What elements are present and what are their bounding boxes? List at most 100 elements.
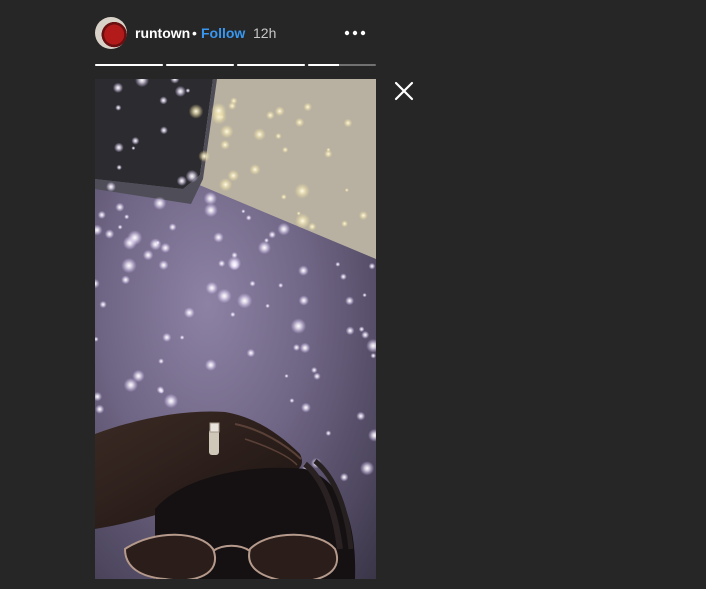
ceiling-light bbox=[245, 214, 252, 221]
ceiling-light bbox=[159, 126, 168, 135]
ceiling-light bbox=[341, 220, 349, 228]
ceiling-light bbox=[116, 164, 122, 171]
ceiling-light bbox=[114, 142, 124, 153]
ceiling-light bbox=[344, 188, 349, 193]
ceiling-light bbox=[253, 128, 266, 141]
ceiling-light bbox=[95, 224, 103, 236]
ceiling-light bbox=[121, 275, 131, 285]
ceiling-light bbox=[204, 203, 218, 218]
ceiling-light bbox=[218, 177, 233, 192]
ceiling-light bbox=[356, 411, 366, 421]
ceiling-light bbox=[340, 273, 347, 281]
ceiling-light bbox=[241, 209, 246, 214]
ceiling-light bbox=[325, 430, 332, 437]
ceiling-light bbox=[188, 104, 204, 119]
ceiling-light bbox=[158, 260, 169, 271]
ceiling-light bbox=[168, 223, 177, 232]
ceiling-light bbox=[220, 124, 234, 139]
ceiling-light bbox=[217, 288, 232, 304]
ceiling-light bbox=[257, 241, 271, 255]
ceiling-light bbox=[246, 348, 256, 358]
ceiling-light bbox=[311, 366, 318, 374]
ceiling-light bbox=[362, 292, 367, 298]
ceiling-light bbox=[296, 211, 301, 216]
ceiling-light bbox=[142, 249, 154, 261]
progress-segment bbox=[308, 64, 376, 66]
ceiling-light bbox=[127, 230, 143, 246]
follow-button[interactable]: Follow bbox=[201, 25, 245, 41]
ceiling-light bbox=[229, 259, 240, 271]
ceiling-light bbox=[280, 193, 287, 200]
ceiling-light bbox=[95, 391, 103, 402]
ceiling-light bbox=[183, 307, 195, 319]
ceiling-light bbox=[264, 237, 269, 243]
progress-fill bbox=[237, 64, 305, 66]
ceiling-light bbox=[106, 181, 116, 192]
more-horizontal-icon[interactable] bbox=[343, 24, 367, 42]
ceiling-light bbox=[300, 402, 311, 413]
ceiling-light bbox=[131, 136, 140, 145]
ceiling-light bbox=[345, 296, 355, 306]
ceiling-light bbox=[231, 251, 238, 259]
ceiling-light bbox=[274, 106, 285, 117]
ceiling-light bbox=[185, 88, 191, 93]
ceiling-light bbox=[159, 96, 168, 105]
ceiling-light bbox=[115, 104, 122, 111]
ceiling-light bbox=[290, 318, 307, 334]
separator: • bbox=[192, 25, 197, 41]
ceiling-light bbox=[335, 261, 341, 267]
ceiling-light bbox=[278, 282, 284, 288]
ceiling-light bbox=[160, 242, 171, 253]
ceiling-light bbox=[368, 262, 376, 270]
ceiling-light bbox=[358, 326, 365, 333]
ceiling-light bbox=[313, 372, 321, 380]
ceiling-light bbox=[298, 265, 309, 276]
ceiling-light bbox=[115, 202, 125, 212]
ceiling-light bbox=[112, 82, 124, 93]
ceiling-light bbox=[176, 175, 187, 186]
ceiling-light bbox=[359, 461, 375, 476]
ceiling-light bbox=[343, 118, 353, 128]
progress-fill bbox=[308, 64, 339, 66]
ceiling-light bbox=[124, 214, 130, 220]
ceiling-light bbox=[210, 102, 227, 119]
ceiling-light bbox=[324, 149, 333, 158]
ceiling-light bbox=[275, 132, 282, 140]
ceiling-light bbox=[149, 238, 162, 251]
ceiling-light bbox=[95, 278, 100, 289]
progress-segment bbox=[166, 64, 234, 66]
ceiling-light bbox=[284, 373, 289, 379]
ceiling-light bbox=[358, 210, 368, 221]
ceiling-light bbox=[104, 229, 115, 239]
story-photo bbox=[95, 79, 376, 579]
ceiling-light bbox=[123, 377, 138, 393]
ceiling-light bbox=[366, 338, 376, 353]
ceiling-light bbox=[99, 300, 107, 309]
ceiling-light bbox=[282, 146, 289, 153]
ceiling-light bbox=[298, 295, 309, 306]
progress-segment bbox=[237, 64, 305, 66]
ceiling-light bbox=[213, 232, 224, 243]
ceiling-light bbox=[153, 196, 167, 210]
ceiling-light bbox=[265, 110, 275, 120]
ceiling-light bbox=[299, 342, 311, 354]
ceiling-light bbox=[95, 404, 105, 414]
ceiling-light bbox=[228, 101, 237, 110]
ceiling-light bbox=[203, 191, 218, 206]
username[interactable]: runtown bbox=[135, 25, 190, 41]
ceiling-light bbox=[249, 280, 256, 287]
close-icon[interactable] bbox=[393, 80, 415, 102]
story-media[interactable] bbox=[95, 79, 376, 579]
ceiling-light bbox=[265, 303, 270, 309]
ceiling-light bbox=[198, 150, 211, 163]
ceiling-light bbox=[117, 224, 123, 230]
story-progress-bar bbox=[95, 64, 376, 67]
ceiling-light bbox=[95, 336, 99, 342]
avatar[interactable] bbox=[95, 17, 127, 49]
ceiling-light bbox=[230, 311, 236, 318]
ceiling-light bbox=[277, 222, 291, 236]
ceiling-light bbox=[303, 102, 313, 112]
ceiling-light bbox=[131, 146, 136, 151]
ceiling-light bbox=[204, 359, 217, 371]
ceiling-light bbox=[361, 330, 370, 339]
